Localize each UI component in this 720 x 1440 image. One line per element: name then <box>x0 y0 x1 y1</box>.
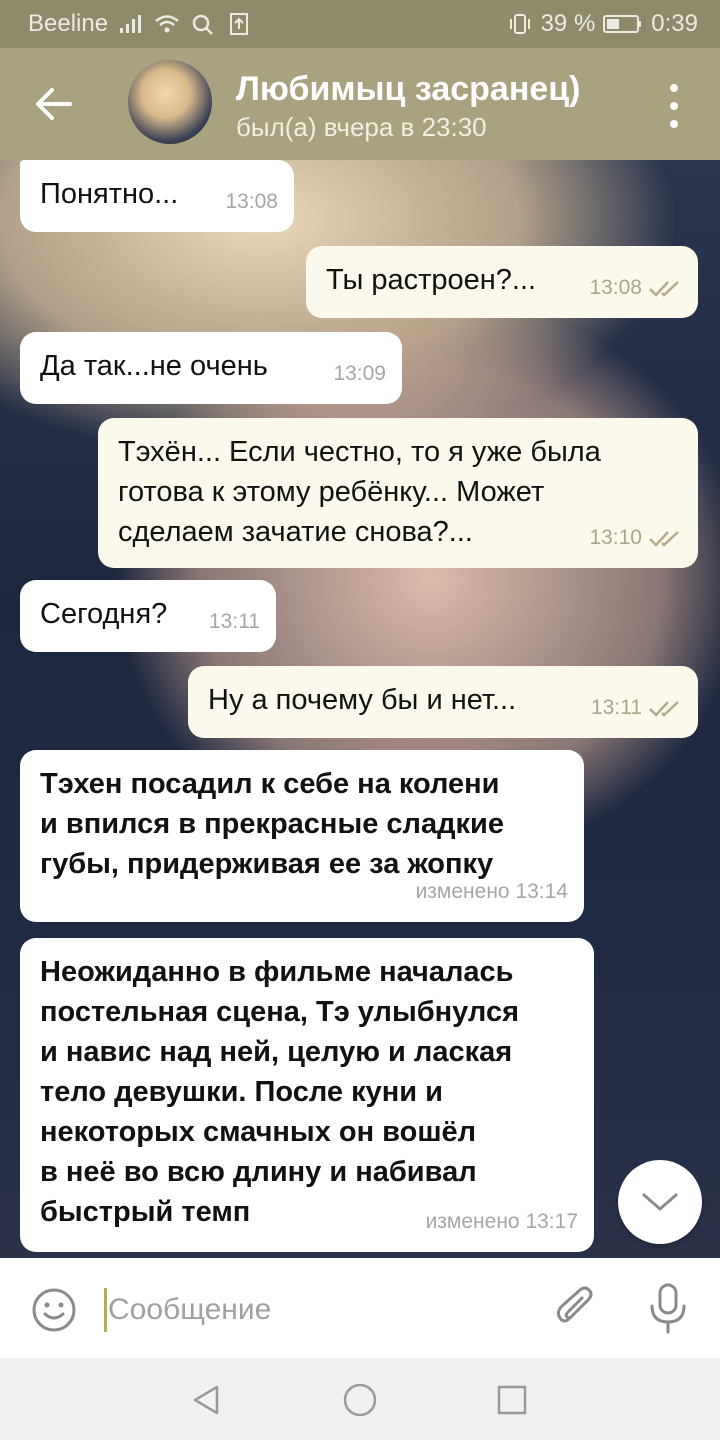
message-bubble[interactable]: Да так...не очень 13:09 <box>20 332 402 404</box>
message-composer <box>0 1258 720 1358</box>
message-bubble[interactable]: Понятно... 13:08 <box>20 160 294 232</box>
clock: 0:39 <box>651 10 698 37</box>
message-text: Да так...не очень <box>40 350 268 382</box>
message-bubble[interactable]: Ну а почему бы и нет... 13:11 <box>188 666 698 738</box>
message-bubble[interactable]: Тэхён... Если честно, то я уже была гото… <box>98 418 698 568</box>
microphone-icon[interactable] <box>646 1282 690 1336</box>
message-input[interactable] <box>108 1288 528 1332</box>
message-time: 13:08 <box>589 276 642 299</box>
message-time: изменено 13:17 <box>425 1210 578 1233</box>
paperclip-icon[interactable] <box>552 1284 600 1334</box>
message-bubble[interactable]: Тэхен посадил к себе на колени и впился … <box>20 750 584 922</box>
message-time: 13:08 <box>225 190 278 213</box>
message-text: Тэхен посадил к себе на колени и впился … <box>40 768 504 880</box>
more-vertical-icon[interactable] <box>664 84 684 128</box>
message-bubble[interactable]: Ты растроен?... 13:08 <box>306 246 698 318</box>
scroll-down-button[interactable] <box>618 1160 702 1244</box>
last-seen-status: был(а) вчера в 23:30 <box>236 112 487 142</box>
emoji-icon[interactable] <box>30 1286 78 1334</box>
back-button[interactable] <box>30 82 78 126</box>
message-time: 13:11 <box>209 610 260 633</box>
message-text: Неожиданно в фильме началась постельная … <box>40 956 520 1228</box>
upload-icon <box>230 13 249 35</box>
message-time: 13:09 <box>333 362 386 385</box>
read-checkmarks-icon <box>649 281 679 297</box>
avatar[interactable] <box>128 60 212 144</box>
chat-area[interactable]: Понятно... 13:08 Ты растроен?... 13:08 Д… <box>0 160 720 1258</box>
arrow-left-icon <box>36 88 72 120</box>
square-recents-icon <box>497 1385 527 1415</box>
status-bar: Beeline 39 % 0:39 <box>0 0 720 48</box>
circle-home-icon <box>343 1383 377 1417</box>
contact-name[interactable]: Любимыц засранец) <box>236 70 581 109</box>
battery-icon <box>603 15 642 33</box>
message-bubble[interactable]: Сегодня? 13:11 <box>20 580 276 652</box>
carrier-label: Beeline <box>28 10 109 37</box>
nav-back-button[interactable] <box>186 1380 226 1420</box>
battery-percent: 39 % <box>540 10 596 37</box>
message-time: 13:11 <box>591 696 642 719</box>
system-navigation-bar <box>0 1358 720 1440</box>
vibrate-icon <box>509 14 530 34</box>
message-bubble[interactable]: Неожиданно в фильме началась постельная … <box>20 938 594 1252</box>
message-time: 13:10 <box>589 526 642 549</box>
read-checkmarks-icon <box>649 531 679 547</box>
nav-recents-button[interactable] <box>492 1380 532 1420</box>
chat-header: Любимыц засранец) был(а) вчера в 23:30 <box>0 48 720 160</box>
wifi-icon <box>155 15 179 33</box>
message-time: изменено 13:14 <box>415 880 568 903</box>
triangle-back-icon <box>193 1385 219 1415</box>
search-icon <box>192 14 213 35</box>
read-checkmarks-icon <box>649 701 679 717</box>
nav-home-button[interactable] <box>340 1380 380 1420</box>
signal-icon <box>120 15 142 33</box>
text-cursor <box>104 1288 107 1332</box>
chevron-down-icon <box>642 1193 678 1211</box>
